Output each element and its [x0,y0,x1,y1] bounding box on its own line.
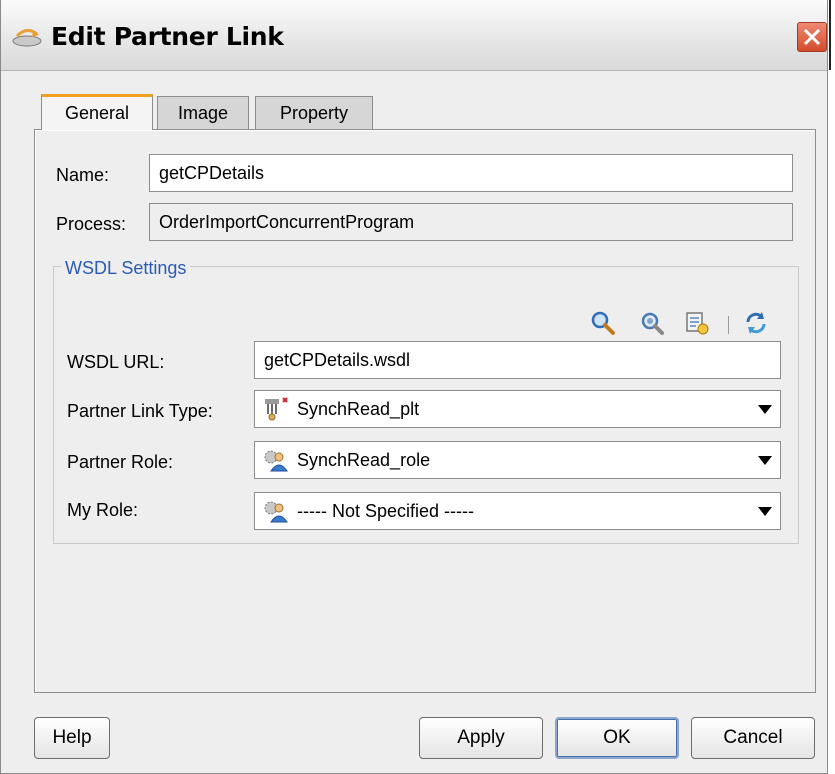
process-value: OrderImportConcurrentProgram [159,211,415,232]
role-icon [264,501,288,523]
partner-link-type-select[interactable]: SynchRead_plt [254,390,781,428]
close-button[interactable] [797,22,827,52]
apply-button[interactable]: Apply [419,717,543,759]
tab-property[interactable]: Property [255,96,373,130]
my-role-label: My Role: [67,500,139,520]
service-explorer-icon[interactable] [684,310,710,336]
partner-link-type-label: Partner Link Type: [67,401,213,421]
name-value: getCPDetails [159,162,265,183]
my-role-value: ----- Not Specified ----- [297,500,475,521]
title-divider [829,0,831,70]
apply-button-label: Apply [457,727,505,748]
wsdl-url-value: getCPDetails.wsdl [264,349,411,370]
tab-general-label: General [64,103,130,123]
tab-general[interactable]: General [41,94,153,130]
help-button[interactable]: Help [34,717,110,759]
cancel-button[interactable]: Cancel [691,717,815,759]
dialog-title: Edit Partner Link [51,22,284,51]
tab-image-label: Image [177,103,229,123]
partner-role-select[interactable]: SynchRead_role [254,441,781,479]
help-button-label: Help [52,727,92,748]
wsdl-settings-title: WSDL Settings [61,258,191,279]
close-icon [803,28,821,46]
process-field: OrderImportConcurrentProgram [149,203,793,241]
partner-role-label: Partner Role: [67,452,174,472]
name-label: Name: [56,165,110,185]
wsdl-url-label: WSDL URL: [67,352,165,372]
edit-partner-link-dialog: Edit Partner Link General Image Property… [0,0,831,774]
my-role-select[interactable]: ----- Not Specified ----- [254,492,781,530]
name-input[interactable]: getCPDetails [149,154,793,192]
partner-link-icon [12,29,42,47]
chevron-down-icon [758,507,772,516]
search-icon[interactable] [590,310,616,336]
partner-link-type-icon [265,397,288,421]
title-bar[interactable]: Edit Partner Link [1,0,827,71]
cancel-button-label: Cancel [723,727,783,748]
ok-button-label: OK [603,727,631,748]
process-label: Process: [56,214,127,234]
wsdl-url-input[interactable]: getCPDetails.wsdl [254,341,781,379]
refresh-icon[interactable] [743,310,769,336]
browse-wsdl-icon[interactable] [639,310,665,336]
role-icon [264,450,288,472]
chevron-down-icon [758,456,772,465]
tab-image[interactable]: Image [157,96,249,130]
toolbar-separator [728,316,729,334]
chevron-down-icon [758,405,772,414]
partner-link-type-value: SynchRead_plt [297,398,420,419]
partner-role-value: SynchRead_role [297,449,431,470]
tab-property-label: Property [279,103,349,123]
ok-button[interactable]: OK [555,717,679,759]
